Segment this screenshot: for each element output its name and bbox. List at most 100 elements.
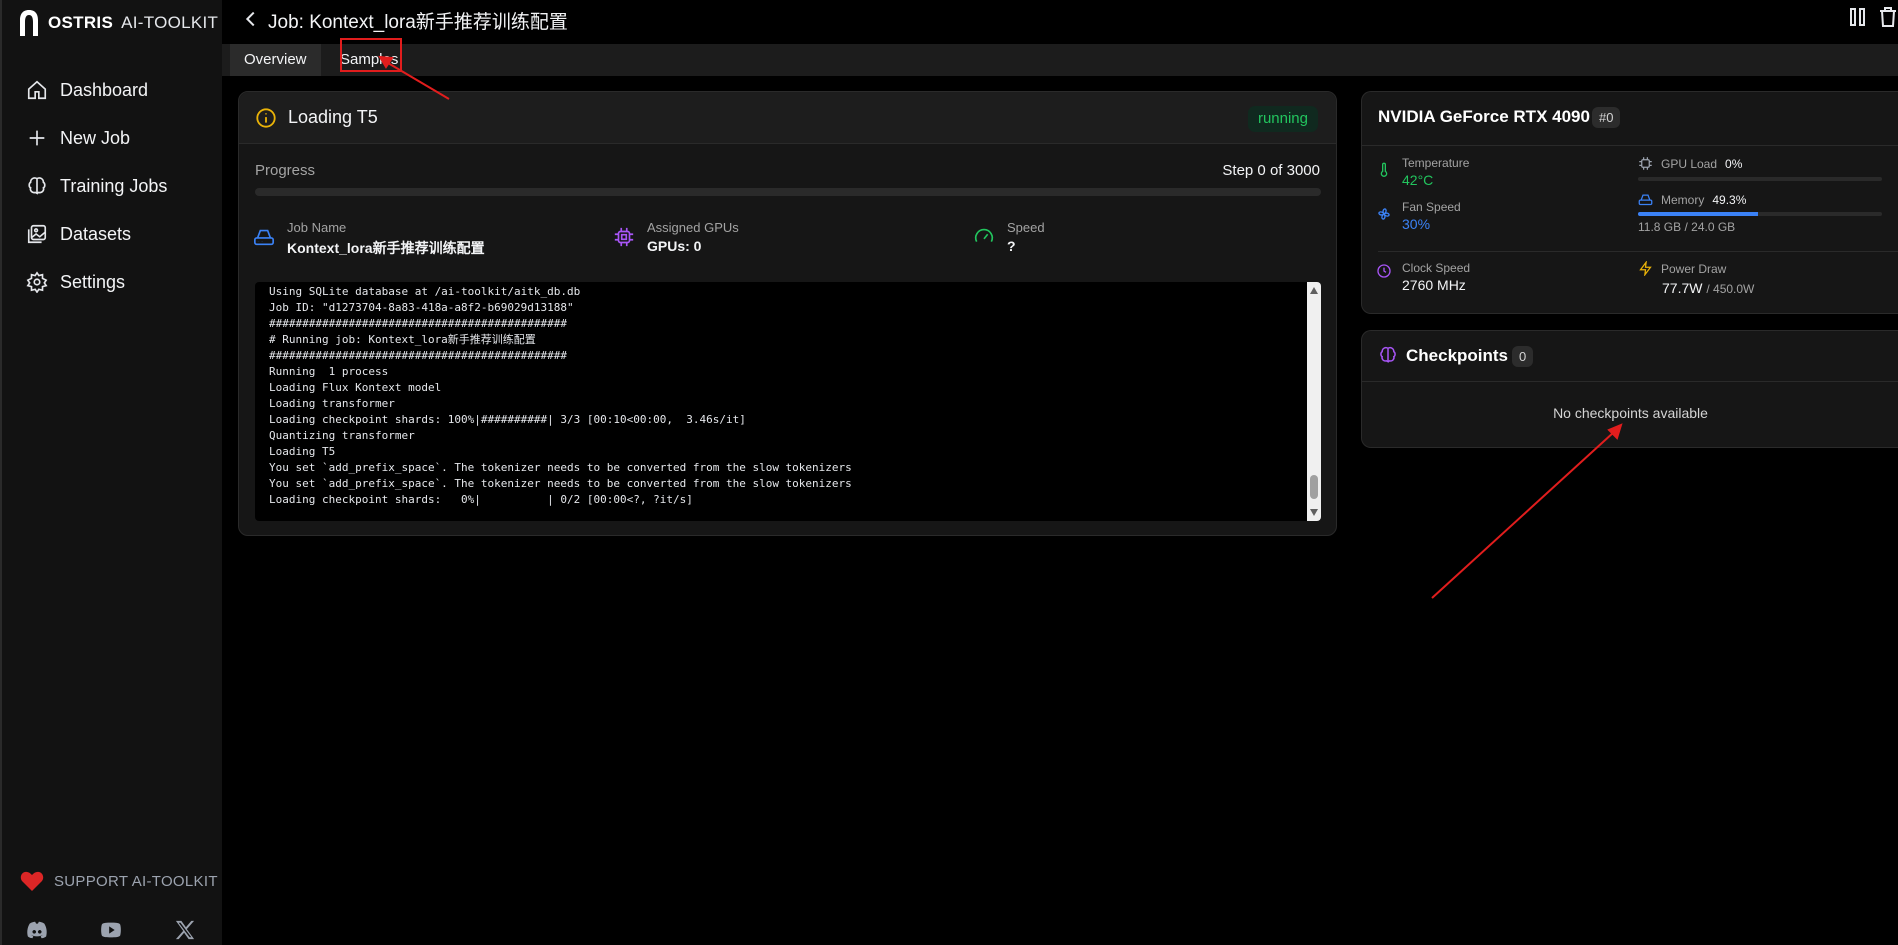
sidebar: OSTRIS AI-TOOLKIT Dashboard New Job Trai… — [0, 0, 222, 945]
brain-icon — [1378, 345, 1398, 370]
memory-label: Memory — [1661, 192, 1705, 207]
memory-fill — [1638, 212, 1759, 216]
gear-icon — [26, 271, 48, 293]
sidebar-item-new-job[interactable]: New Job — [26, 114, 167, 162]
sidebar-item-datasets[interactable]: Datasets — [26, 210, 167, 258]
social-links — [26, 920, 196, 940]
thermometer-icon — [1376, 162, 1392, 188]
brand-name: OSTRIS — [48, 13, 114, 32]
job-status-card: Loading T5 running Progress Step 0 of 30… — [238, 91, 1337, 536]
trash-icon[interactable] — [1878, 6, 1898, 28]
log-line: Running 1 process — [269, 365, 389, 378]
top-bar: Job: Kontext_lora新手推荐训练配置 — [222, 0, 1898, 38]
brand-product: AI-TOOLKIT — [121, 13, 219, 32]
brand[interactable]: OSTRIS AI-TOOLKIT — [18, 8, 218, 38]
info-icon — [255, 107, 277, 129]
images-icon — [27, 224, 47, 244]
sidebar-item-training-jobs[interactable]: Training Jobs — [26, 162, 167, 210]
log-line: Loading checkpoint shards: 100%|########… — [269, 413, 746, 426]
log-line: ########################################… — [269, 349, 568, 362]
annotation-highlight-box — [340, 38, 402, 72]
progress-label: Progress — [255, 162, 316, 179]
speed-value: ? — [1007, 238, 1016, 254]
scroll-up-icon[interactable] — [1310, 287, 1318, 294]
assigned-gpus-info: Assigned GPUs GPUs: 0 — [613, 220, 739, 254]
sidebar-item-dashboard[interactable]: Dashboard — [26, 66, 167, 114]
gpu-load-bar — [1638, 177, 1882, 181]
sidebar-item-label: Settings — [60, 271, 126, 292]
pause-icon[interactable] — [1848, 6, 1868, 28]
job-actions — [1848, 6, 1898, 28]
status-header: Loading T5 running — [239, 92, 1336, 144]
sidebar-item-label: Datasets — [60, 223, 132, 244]
temperature-value: 42°C — [1402, 172, 1434, 188]
log-line: You set `add_prefix_space`. The tokenize… — [269, 477, 852, 490]
back-button[interactable] — [240, 8, 262, 30]
log-line: ########################################… — [269, 317, 568, 330]
log-line: Job ID: "d1273704-8a83-418a-a8f2-b69029d… — [269, 301, 574, 314]
job-name-label: Job Name — [287, 220, 347, 235]
memory-bar — [1638, 212, 1882, 216]
plus-icon — [29, 130, 45, 146]
divider — [1378, 251, 1898, 252]
cpu-icon — [613, 226, 635, 248]
clock-speed-value: 2760 MHz — [1402, 277, 1466, 293]
gpu-load-stat: GPU Load 0% — [1638, 156, 1742, 171]
clock-speed-label: Clock Speed — [1402, 261, 1471, 275]
support-link[interactable]: SUPPORT AI-TOOLKIT — [20, 870, 218, 892]
power-draw-value: 77.7W — [1662, 280, 1703, 296]
checkpoints-header: Checkpoints 0 — [1362, 331, 1898, 382]
log-line: Loading Flux Kontext model — [269, 381, 442, 394]
scroll-down-icon[interactable] — [1310, 509, 1318, 516]
home-icon — [27, 80, 47, 100]
fan-speed-value: 30% — [1402, 216, 1431, 232]
job-name-value: Kontext_lora新手推荐训练配置 — [287, 240, 485, 256]
checkpoints-card: Checkpoints 0 No checkpoints available — [1361, 330, 1898, 448]
power-draw-stat: Power Draw — [1638, 261, 1726, 276]
scroll-thumb[interactable] — [1310, 475, 1318, 499]
x-icon[interactable] — [174, 920, 196, 940]
power-draw-value-group: 77.7W / 450.0W — [1662, 280, 1754, 296]
gpu-name: NVIDIA GeForce RTX 4090 — [1378, 107, 1590, 126]
gpu-card: NVIDIA GeForce RTX 4090 #0 Temperature 4… — [1361, 91, 1898, 314]
fan-speed-label: Fan Speed — [1402, 200, 1461, 214]
power-draw-label: Power Draw — [1661, 261, 1727, 276]
log-line: Quantizing transformer — [269, 429, 415, 442]
sidebar-item-settings[interactable]: Settings — [26, 258, 167, 306]
memory-detail: 11.8 GB / 24.0 GB — [1638, 220, 1736, 234]
checkpoints-empty-message: No checkpoints available — [1553, 405, 1708, 421]
chevron-left-icon — [245, 11, 255, 27]
support-label: SUPPORT AI-TOOLKIT — [54, 872, 218, 890]
assigned-gpus-label: Assigned GPUs — [647, 220, 739, 235]
gauge-icon — [973, 226, 995, 248]
sidebar-item-label: New Job — [60, 127, 131, 148]
youtube-icon[interactable] — [100, 920, 122, 940]
gpu-load-value: 0% — [1725, 156, 1743, 171]
log-lines: Using SQLite database at /ai-toolkit/ait… — [269, 284, 852, 508]
log-line: Using SQLite database at /ai-toolkit/ait… — [269, 285, 581, 298]
fan-speed-stat: Fan Speed 30% — [1376, 200, 1461, 232]
gpu-index-badge: #0 — [1592, 107, 1621, 128]
log-line: Loading checkpoint shards: 0%| | 0/2 [00… — [269, 493, 693, 506]
annotation-arrow-checkpoints — [1431, 431, 1615, 599]
discord-icon[interactable] — [26, 920, 48, 940]
speed-label: Speed — [1007, 220, 1045, 235]
log-output[interactable]: Using SQLite database at /ai-toolkit/ait… — [255, 282, 1321, 521]
power-draw-max: / 450.0W — [1706, 282, 1755, 296]
log-line: # Running job: Kontext_lora新手推荐训练配置 — [269, 333, 536, 346]
tab-overview[interactable]: Overview — [230, 44, 321, 76]
progress-step: Step 0 of 3000 — [1222, 162, 1320, 179]
log-line: Loading T5 — [269, 445, 336, 458]
status-badge: running — [1247, 106, 1318, 132]
speed-info: Speed ? — [973, 220, 1045, 254]
heart-icon — [20, 871, 44, 891]
fan-icon — [1376, 206, 1392, 232]
divider — [1362, 145, 1898, 146]
log-scrollbar[interactable] — [1307, 282, 1321, 521]
cpu-icon — [1639, 157, 1652, 170]
gpu-load-label: GPU Load — [1661, 156, 1718, 171]
job-name-info: Job Name Kontext_lora新手推荐训练配置 — [253, 220, 485, 258]
log-line: You set `add_prefix_space`. The tokenize… — [269, 461, 852, 474]
checkpoints-count-badge: 0 — [1512, 346, 1534, 367]
clock-icon — [1376, 263, 1392, 293]
